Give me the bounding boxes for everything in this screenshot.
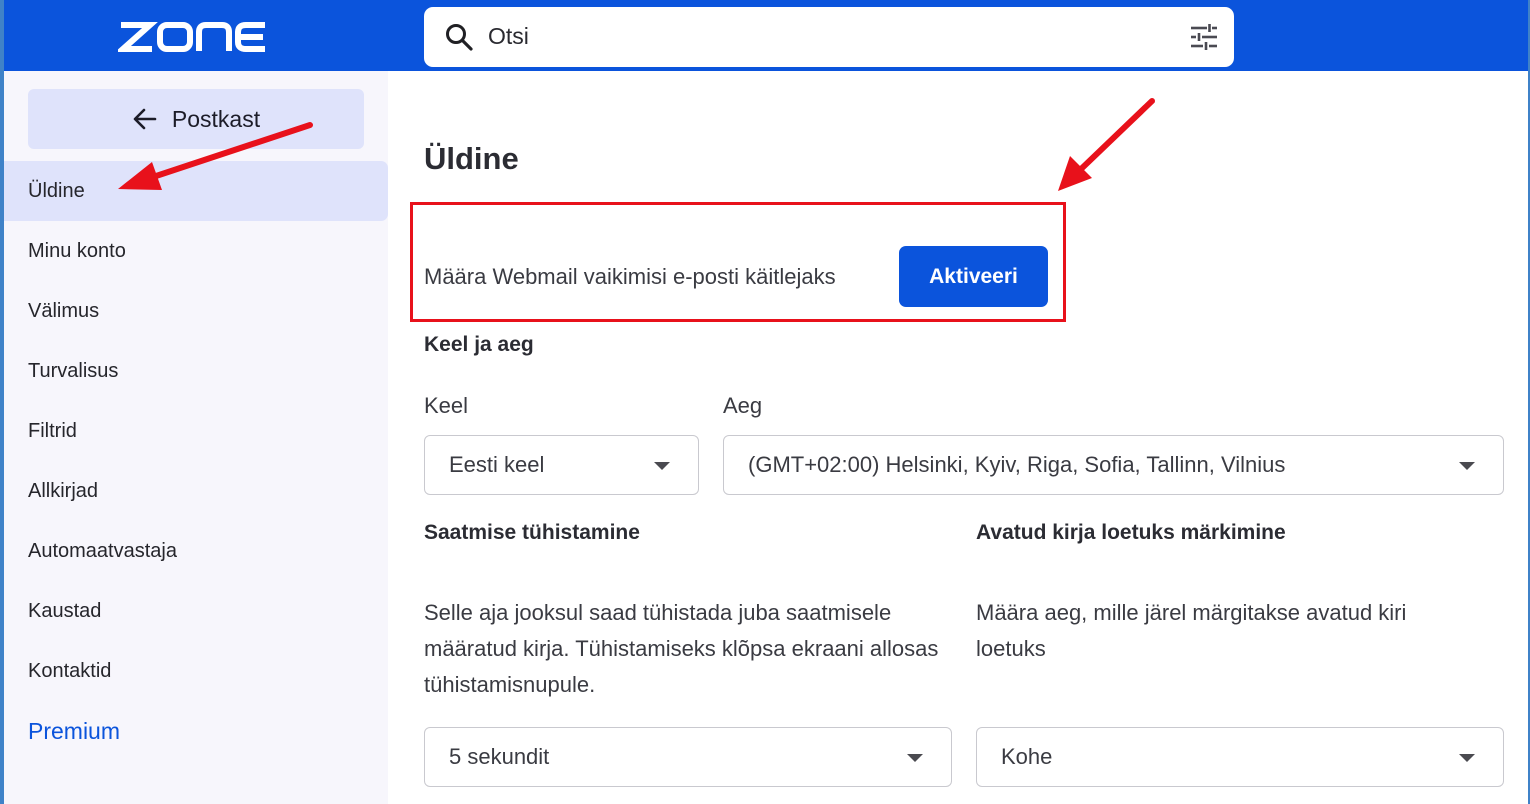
mark-read-description: Määra aeg, mille järel märgitakse avatud…	[976, 600, 1407, 661]
chevron-down-icon	[1459, 754, 1475, 762]
sidebar-item-premium[interactable]: Premium	[4, 701, 388, 761]
page-title: Üldine	[424, 141, 519, 176]
highlight-box	[410, 202, 1066, 322]
settings-content: Üldine Määra Webmail vaikimisi e-posti k…	[388, 71, 1528, 804]
sidebar-item-appearance[interactable]: Välimus	[4, 281, 388, 341]
chevron-down-icon	[1459, 462, 1475, 470]
filter-sliders-icon[interactable]	[1188, 21, 1220, 53]
back-to-inbox-button[interactable]: Postkast	[28, 89, 364, 149]
chevron-down-icon	[654, 462, 670, 470]
search-icon	[446, 24, 473, 51]
language-time-heading: Keel ja aeg	[424, 333, 534, 356]
arrow-left-icon	[133, 108, 157, 130]
sidebar-item-autoresponder[interactable]: Automaatvastaja	[4, 521, 388, 581]
settings-sidebar: Postkast Üldine Minu konto Välimus Turva…	[4, 71, 388, 804]
language-select[interactable]: Eesti keel	[424, 435, 699, 495]
undo-send-description: Selle aja jooksul saad tühistada juba sa…	[424, 600, 939, 697]
mark-read-value: Kohe	[1001, 744, 1053, 769]
mark-read-select[interactable]: Kohe	[976, 727, 1504, 787]
search-bar[interactable]: Otsi	[424, 7, 1234, 67]
undo-send-heading: Saatmise tühistamine	[424, 521, 640, 544]
undo-send-value: 5 sekundit	[449, 744, 550, 769]
undo-send-select[interactable]: 5 sekundit	[424, 727, 952, 787]
time-label: Aeg	[723, 393, 763, 418]
timezone-select[interactable]: (GMT+02:00) Helsinki, Kyiv, Riga, Sofia,…	[723, 435, 1504, 495]
search-placeholder[interactable]: Otsi	[488, 23, 529, 50]
sidebar-item-filters[interactable]: Filtrid	[4, 401, 388, 461]
timezone-value: (GMT+02:00) Helsinki, Kyiv, Riga, Sofia,…	[748, 452, 1286, 477]
sidebar-item-security[interactable]: Turvalisus	[4, 341, 388, 401]
sidebar-item-contacts[interactable]: Kontaktid	[4, 641, 388, 701]
sidebar-item-my-account[interactable]: Minu konto	[4, 221, 388, 281]
sidebar-item-general[interactable]: Üldine	[4, 161, 388, 221]
language-label: Keel	[424, 393, 469, 418]
sidebar-item-folders[interactable]: Kaustad	[4, 581, 388, 641]
mark-read-heading: Avatud kirja loetuks märkimine	[976, 521, 1286, 544]
zone-logo[interactable]	[118, 20, 268, 54]
chevron-down-icon	[907, 754, 923, 762]
sidebar-item-signatures[interactable]: Allkirjad	[4, 461, 388, 521]
back-label: Postkast	[171, 105, 261, 132]
language-value: Eesti keel	[449, 452, 545, 477]
top-bar: Otsi	[4, 0, 1528, 71]
